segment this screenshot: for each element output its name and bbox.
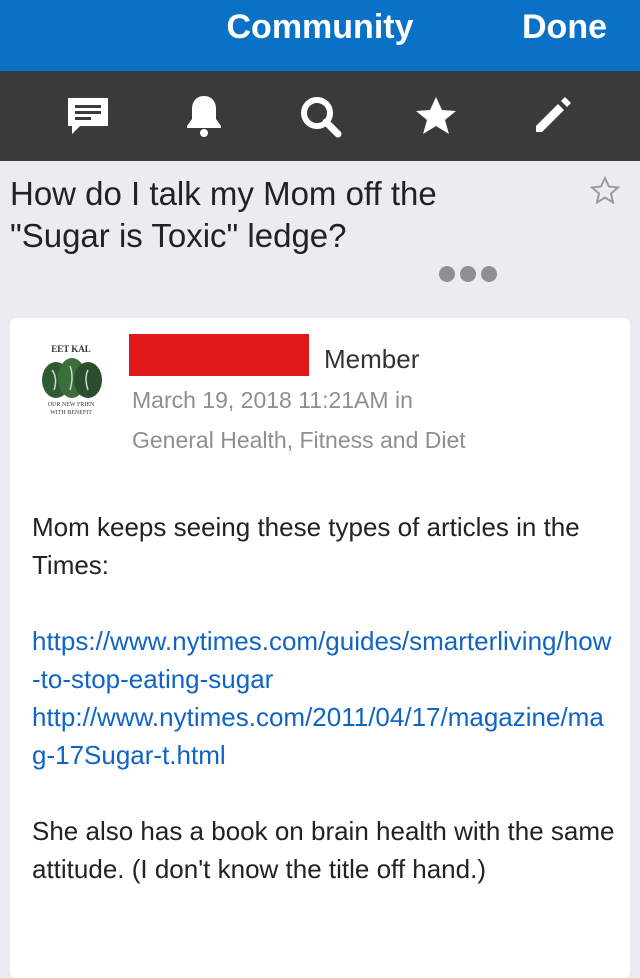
member-role: Member (324, 344, 420, 374)
post-card: EET KAL OUR NEW FRIEN WITH BENEFIT Membe… (10, 318, 630, 978)
bell-icon (187, 96, 221, 137)
search-icon (301, 97, 342, 138)
svg-text:OUR NEW FRIEN: OUR NEW FRIEN (48, 402, 95, 408)
category-link[interactable]: General Health, Fitness and Diet (132, 427, 466, 453)
notifications-button[interactable] (174, 86, 234, 146)
thread-title: How do I talk my Mom off the "Sugar is T… (10, 175, 437, 254)
thread-header: How do I talk my Mom off the "Sugar is T… (0, 161, 640, 318)
star-icon (416, 97, 456, 134)
redacted-username (129, 334, 309, 376)
search-button[interactable] (290, 86, 350, 146)
avatar[interactable]: EET KAL OUR NEW FRIEN WITH BENEFIT (32, 340, 110, 418)
svg-text:WITH BENEFIT: WITH BENEFIT (50, 410, 92, 416)
post-closing: She also has a book on brain health with… (32, 816, 615, 884)
post-meta: March 19, 2018 11:21AM in General Health… (132, 380, 492, 460)
chat-icon (68, 98, 108, 134)
toolbar (0, 71, 640, 161)
in-word: in (394, 387, 413, 413)
more-options-button[interactable] (438, 264, 498, 289)
top-nav-bar: Community Done (0, 0, 640, 71)
chat-button[interactable] (58, 86, 118, 146)
pencil-icon (536, 97, 571, 132)
bookmarks-button[interactable] (406, 86, 466, 146)
star-outline-icon (589, 175, 621, 205)
post-body: Mom keeps seeing these types of articles… (32, 508, 617, 926)
compose-button[interactable] (522, 86, 582, 146)
post-intro: Mom keeps seeing these types of articles… (32, 512, 580, 580)
kale-logo-image: EET KAL OUR NEW FRIEN WITH BENEFIT (32, 340, 110, 418)
article-link-1[interactable]: https://www.nytimes.com/guides/smarterli… (32, 622, 617, 698)
done-button[interactable]: Done (522, 8, 607, 47)
more-icon (439, 266, 497, 282)
post-date: March 19, 2018 11:21AM (132, 387, 389, 413)
article-link-2[interactable]: http://www.nytimes.com/2011/04/17/magazi… (32, 698, 617, 774)
svg-text:EET KAL: EET KAL (51, 344, 91, 354)
favorite-button[interactable] (589, 175, 621, 209)
